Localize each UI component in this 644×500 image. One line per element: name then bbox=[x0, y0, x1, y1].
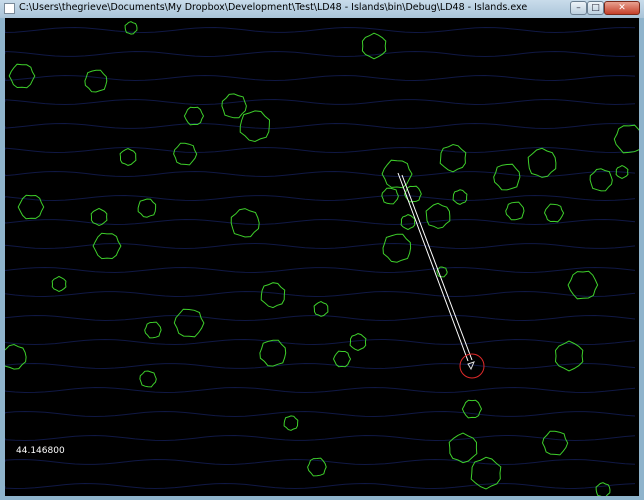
island bbox=[144, 321, 162, 339]
island bbox=[51, 275, 67, 293]
water-line bbox=[5, 266, 636, 274]
island bbox=[230, 208, 260, 238]
island bbox=[239, 110, 271, 143]
title-bar[interactable]: C:\Users\thegrieve\Documents\My Dropbox\… bbox=[0, 0, 644, 18]
water-line bbox=[5, 26, 636, 34]
game-canvas[interactable]: 44.146800 bbox=[5, 18, 639, 496]
island bbox=[505, 201, 525, 221]
island bbox=[595, 482, 611, 496]
player-ship bbox=[397, 172, 485, 379]
water-line bbox=[5, 290, 636, 298]
game-scene bbox=[5, 21, 639, 496]
water-line bbox=[5, 98, 636, 106]
island bbox=[17, 194, 45, 220]
water-line bbox=[5, 170, 636, 178]
island bbox=[119, 147, 137, 166]
fps-counter: 44.146800 bbox=[16, 446, 65, 456]
island bbox=[452, 189, 468, 205]
island bbox=[90, 207, 108, 227]
water-line bbox=[5, 218, 636, 226]
water-line bbox=[5, 458, 636, 466]
island-layer bbox=[5, 21, 639, 496]
island bbox=[493, 163, 521, 191]
island bbox=[221, 93, 247, 119]
water-line bbox=[5, 338, 636, 346]
water-line bbox=[5, 74, 636, 82]
island bbox=[400, 214, 416, 231]
island bbox=[84, 69, 108, 93]
island bbox=[5, 343, 27, 370]
island bbox=[173, 308, 205, 338]
water-line bbox=[5, 410, 636, 418]
island bbox=[543, 203, 565, 223]
maximize-button[interactable]: □ bbox=[587, 1, 604, 15]
island bbox=[439, 143, 467, 173]
island bbox=[425, 202, 451, 229]
island bbox=[183, 106, 205, 126]
water-line bbox=[5, 50, 636, 58]
island bbox=[313, 301, 329, 317]
minimize-button[interactable]: – bbox=[570, 1, 587, 15]
water-line bbox=[5, 386, 636, 394]
island bbox=[613, 124, 639, 154]
island bbox=[137, 198, 157, 218]
island bbox=[283, 415, 299, 431]
island bbox=[349, 333, 367, 352]
water-line bbox=[5, 482, 636, 490]
water-line bbox=[5, 362, 636, 370]
water-line bbox=[5, 434, 636, 442]
aim-line bbox=[397, 172, 469, 362]
island bbox=[461, 399, 483, 419]
island bbox=[448, 432, 478, 464]
island bbox=[92, 232, 122, 260]
application-window: C:\Users\thegrieve\Documents\My Dropbox\… bbox=[0, 0, 644, 500]
island bbox=[382, 233, 412, 263]
island bbox=[139, 370, 157, 388]
island bbox=[541, 430, 569, 456]
water-line bbox=[5, 194, 636, 202]
window-title: C:\Users\thegrieve\Documents\My Dropbox\… bbox=[19, 2, 528, 13]
close-button[interactable]: ✕ bbox=[604, 1, 640, 15]
water-line bbox=[5, 122, 636, 130]
island bbox=[259, 339, 287, 367]
island bbox=[173, 142, 198, 166]
island bbox=[260, 282, 286, 309]
island bbox=[381, 159, 413, 189]
island bbox=[567, 270, 599, 300]
app-icon bbox=[4, 3, 15, 14]
water-lines bbox=[5, 26, 636, 490]
island bbox=[554, 340, 584, 372]
island bbox=[332, 350, 352, 368]
island bbox=[8, 63, 36, 89]
island bbox=[527, 147, 557, 178]
water-line bbox=[5, 242, 636, 250]
